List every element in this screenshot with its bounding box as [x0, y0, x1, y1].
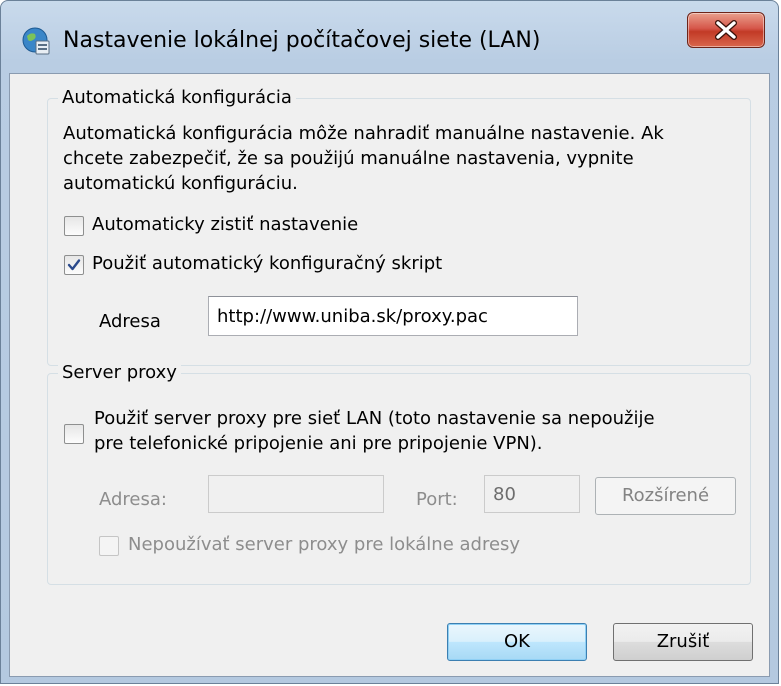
proxy-address-label: Adresa:: [99, 489, 167, 510]
auto-config-description: Automatická konfigurácia môže nahradiť m…: [63, 121, 743, 196]
dialog-window: Nastavenie lokálnej počítačovej siete (L…: [0, 0, 779, 684]
proxy-address-input[interactable]: [208, 475, 384, 513]
use-script-label[interactable]: Použiť automatický konfiguračný skript: [92, 253, 442, 274]
script-address-input[interactable]: [208, 296, 578, 336]
auto-config-description-line1: Automatická konfigurácia môže nahradiť m…: [63, 123, 664, 144]
auto-detect-label[interactable]: Automaticky zistiť nastavenie: [92, 214, 358, 235]
ok-button[interactable]: OK: [447, 623, 587, 661]
window-title: Nastavenie lokálnej počítačovej siete (L…: [63, 28, 541, 53]
proxy-server-legend: Server proxy: [58, 362, 181, 383]
advanced-button[interactable]: Rozšírené: [595, 477, 736, 515]
bypass-local-label[interactable]: Nepoužívať server proxy pre lokálne adre…: [128, 534, 520, 555]
network-settings-icon: [21, 26, 51, 56]
auto-config-description-line2: chcete zabezpečiť, že sa použijú manuáln…: [63, 148, 634, 169]
proxy-port-input[interactable]: [484, 475, 580, 513]
use-proxy-label-line2: pre telefonické pripojenie ani pre pripo…: [94, 433, 543, 454]
dialog-body: Automatická konfigurácia Automatická kon…: [9, 73, 770, 677]
auto-detect-checkbox[interactable]: [64, 216, 84, 236]
auto-config-group: Automatická konfigurácia Automatická kon…: [47, 87, 751, 366]
use-proxy-label[interactable]: Použiť server proxy pre sieť LAN (toto n…: [94, 406, 655, 456]
bypass-local-checkbox[interactable]: [99, 536, 119, 556]
close-button[interactable]: [687, 12, 765, 48]
use-script-checkbox[interactable]: [64, 255, 84, 275]
cancel-button[interactable]: Zrušiť: [613, 623, 753, 661]
auto-config-description-line3: automatickú konfiguráciu.: [63, 173, 298, 194]
proxy-server-group: Server proxy Použiť server proxy pre sie…: [47, 362, 751, 585]
title-bar[interactable]: Nastavenie lokálnej počítačovej siete (L…: [1, 1, 778, 73]
use-proxy-checkbox[interactable]: [64, 424, 84, 444]
use-proxy-label-line1: Použiť server proxy pre sieť LAN (toto n…: [94, 408, 655, 429]
auto-config-legend: Automatická konfigurácia: [58, 87, 296, 108]
script-address-label: Adresa: [99, 311, 161, 332]
proxy-port-label: Port:: [416, 489, 458, 510]
